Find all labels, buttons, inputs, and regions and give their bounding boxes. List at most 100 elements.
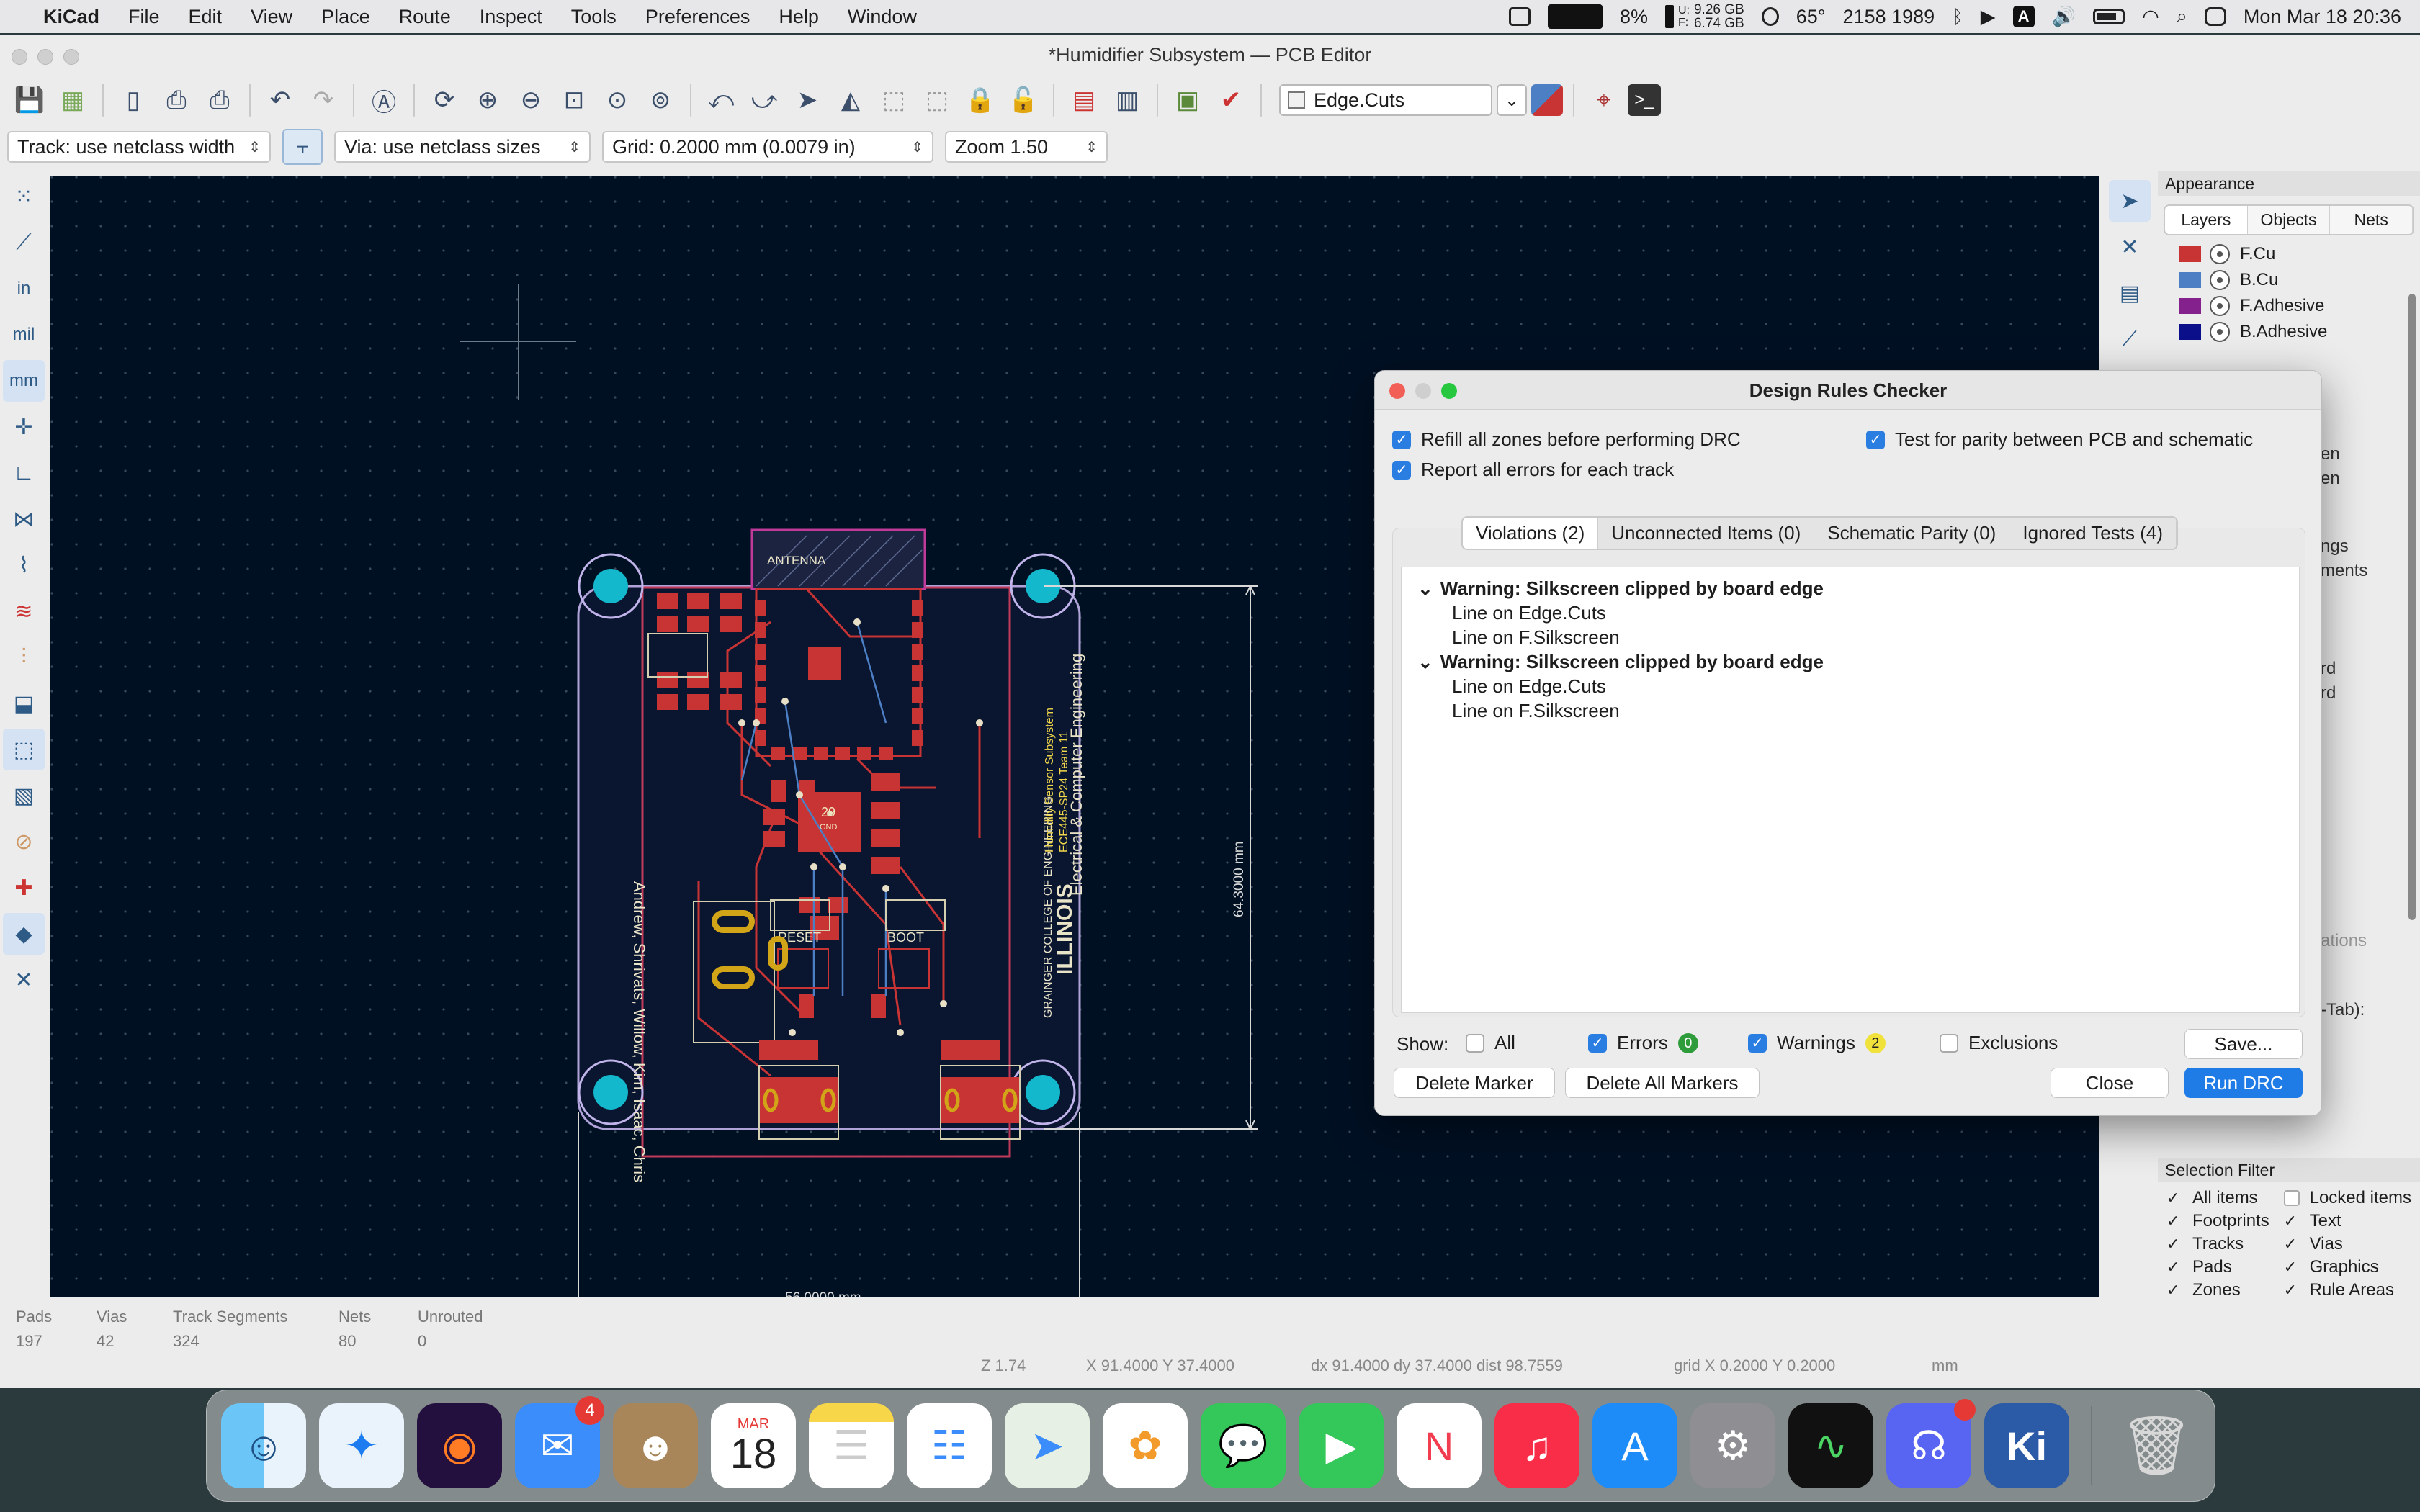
lock-icon[interactable]: 🔒	[961, 81, 1000, 120]
photos-icon[interactable]: ✿	[1103, 1403, 1188, 1488]
track-outline-icon[interactable]: ≋	[3, 590, 45, 632]
violations-list[interactable]: ⌄ Warning: Silkscreen clipped by board ed…	[1401, 567, 2300, 1013]
firefox-icon[interactable]: ◉	[417, 1403, 502, 1488]
facetime-icon[interactable]: ▶	[1299, 1403, 1384, 1488]
selection-filter-item[interactable]: ✓ Pads	[2166, 1257, 2284, 1277]
discord-icon[interactable]: ☊	[1886, 1399, 1976, 1488]
tab-violations[interactable]: Violations (2)	[1463, 518, 1599, 549]
polar-coords-icon[interactable]: ⟋	[3, 222, 45, 264]
layer-pair-icon[interactable]	[1531, 84, 1563, 116]
visibility-eye-icon[interactable]	[2210, 270, 2230, 290]
high-contrast-icon[interactable]: ▧	[3, 775, 45, 816]
footprint-editor-icon[interactable]: ▣	[1168, 81, 1207, 120]
cpu-graph-icon[interactable]	[1547, 4, 1603, 29]
activity-monitor-icon[interactable]: ∿	[1788, 1403, 1873, 1488]
app-store-icon[interactable]: A	[1592, 1403, 1677, 1488]
tab-objects[interactable]: Objects	[2248, 206, 2331, 234]
zoom-window-icon[interactable]	[63, 49, 79, 65]
system-settings-icon[interactable]: ⚙	[1690, 1403, 1775, 1488]
violation-detail[interactable]: Line on F.Silkscreen	[1452, 698, 2299, 723]
auto-track-width-button[interactable]: ⫟	[282, 129, 323, 165]
route-track-icon[interactable]: ⟋	[2109, 318, 2151, 360]
show-all-checkbox[interactable]: ✓ All	[1466, 1032, 1515, 1054]
menu-help[interactable]: Help	[764, 6, 833, 28]
menu-edit[interactable]: Edit	[174, 6, 237, 28]
zoom-out-icon[interactable]: ⊖	[511, 81, 550, 120]
print-icon[interactable]: ⎙	[157, 81, 196, 120]
scripting-console-icon[interactable]: >_	[1628, 84, 1661, 116]
tab-layers[interactable]: Layers	[2165, 206, 2248, 234]
rotate-cw-icon[interactable]: ⤻	[745, 81, 784, 120]
selection-filter-item[interactable]: ✓ Footprints	[2166, 1211, 2284, 1231]
close-dialog-icon[interactable]	[1389, 383, 1405, 399]
board-setup-icon[interactable]: ▦	[53, 81, 92, 120]
layer-color-swatch[interactable]	[2179, 298, 2201, 314]
safari-icon[interactable]: ✦	[319, 1403, 404, 1488]
local-ratsnest-icon[interactable]: ✕	[2109, 226, 2151, 268]
minimize-dialog-icon[interactable]	[1415, 383, 1431, 399]
layer-color-swatch[interactable]	[2179, 272, 2201, 288]
origin-icon[interactable]: ∟	[3, 452, 45, 494]
group-icon[interactable]: ⬚	[874, 81, 913, 120]
track-width-select[interactable]: Track: use netclass width ⇕	[7, 131, 271, 163]
scrollbar[interactable]	[2408, 294, 2416, 920]
mail-icon[interactable]: ✉ 4	[515, 1396, 604, 1488]
regulator-ic[interactable]	[798, 792, 861, 852]
temperature[interactable]: 65°	[1796, 6, 1826, 28]
app-menu[interactable]: KiCad	[29, 6, 114, 28]
rotate-ccw-icon[interactable]: ⤺	[702, 81, 740, 120]
layer-color-swatch[interactable]	[2179, 324, 2201, 340]
selection-filter-item[interactable]: ✓ Text	[2284, 1211, 2411, 1231]
violation-item[interactable]: ⌄ Warning: Silkscreen clipped by board ed…	[1417, 576, 2299, 600]
zoom-select[interactable]: Zoom 1.50 ⇕	[945, 131, 1108, 163]
activity-icon[interactable]	[1508, 7, 1531, 26]
layer-manager-icon[interactable]: ◆	[3, 913, 45, 955]
wifi-icon[interactable]: ◠	[2142, 6, 2159, 28]
save-report-button[interactable]: Save...	[2184, 1029, 2303, 1059]
show-warnings-checkbox[interactable]: ✓ Warnings 2	[1748, 1032, 1886, 1054]
report-all-errors-checkbox[interactable]: ✓ Report all errors for each track	[1392, 459, 1674, 481]
layer-row[interactable]: B.Cu	[2158, 267, 2420, 293]
menu-place[interactable]: Place	[307, 6, 385, 28]
ratsnest-icon[interactable]: ⋈	[3, 498, 45, 540]
redo-icon[interactable]: ↷	[304, 81, 343, 120]
zoom-dialog-icon[interactable]	[1441, 383, 1457, 399]
clock[interactable]: Mon Mar 18 20:36	[2244, 6, 2401, 28]
messages-icon[interactable]: 💬	[1201, 1403, 1286, 1488]
delete-marker-button[interactable]: Delete Marker	[1394, 1068, 1555, 1098]
violation-detail[interactable]: Line on Edge.Cuts	[1452, 600, 2299, 625]
selection-filter-item[interactable]: Locked items	[2283, 1188, 2411, 1208]
find-icon[interactable]: Ⓐ	[364, 81, 403, 120]
mirror-icon[interactable]: ◭	[831, 81, 870, 120]
menu-window[interactable]: Window	[833, 6, 931, 28]
add-footprint-icon[interactable]: ▤	[2109, 272, 2151, 314]
layer-color-swatch[interactable]	[2179, 246, 2201, 262]
layer-row[interactable]: F.Adhesive	[2158, 293, 2420, 319]
finder-icon[interactable]: ☺	[221, 1403, 306, 1488]
chevron-down-icon[interactable]: ⌄	[1417, 651, 1433, 673]
zoom-in-icon[interactable]: ⊕	[468, 81, 507, 120]
units-mm-button[interactable]: mm	[3, 360, 45, 402]
violation-item[interactable]: ⌄ Warning: Silkscreen clipped by board ed…	[1417, 649, 2299, 674]
menu-view[interactable]: View	[236, 6, 307, 28]
selection-filter-item[interactable]: ✓ Graphics	[2284, 1257, 2411, 1277]
menu-file[interactable]: File	[114, 6, 174, 28]
tab-unconnected[interactable]: Unconnected Items (0)	[1598, 518, 1815, 549]
violation-detail[interactable]: Line on Edge.Cuts	[1452, 674, 2299, 698]
layer-dropdown-button[interactable]: ⌄	[1497, 84, 1527, 116]
plot-icon[interactable]: ⎙	[200, 81, 239, 120]
drc-icon[interactable]: ✔	[1211, 81, 1250, 120]
menu-tools[interactable]: Tools	[557, 6, 631, 28]
page-settings-icon[interactable]: ▯	[114, 81, 153, 120]
cpu-percent[interactable]: 8%	[1620, 6, 1648, 28]
close-button[interactable]: Close	[2051, 1068, 2169, 1098]
zoom-selection-icon[interactable]: ⊚	[641, 81, 680, 120]
grid-toggle-icon[interactable]: ⁙	[3, 176, 45, 217]
footprint-check-icon[interactable]: ▥	[1108, 81, 1147, 120]
zoom-fit-icon[interactable]: ⊡	[555, 81, 593, 120]
minimize-window-icon[interactable]	[37, 49, 53, 65]
notes-icon[interactable]: ☰	[809, 1403, 894, 1488]
visibility-eye-icon[interactable]	[2210, 296, 2230, 316]
ratsnest-hide-icon[interactable]: ✚	[3, 867, 45, 909]
save-icon[interactable]: 💾	[10, 81, 49, 120]
